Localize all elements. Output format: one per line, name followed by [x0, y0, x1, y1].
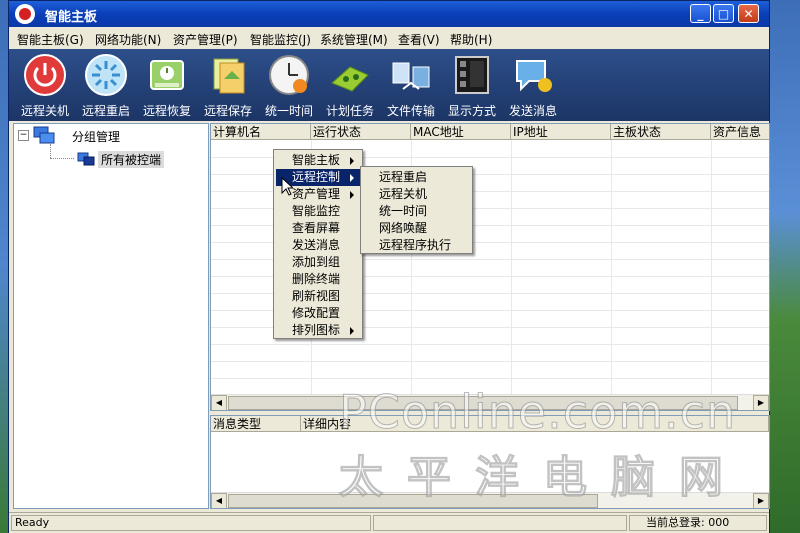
grid-line [511, 140, 512, 394]
app-window: 智能主板 _ □ ✕ 智能主板(G) 网络功能(N) 资产管理(P) 智能监控(… [8, 0, 770, 533]
grid-line [211, 361, 769, 362]
sub-wake-on-lan[interactable]: 网络唤醒 [363, 220, 470, 237]
scroll-right-button[interactable]: ▶ [753, 493, 769, 508]
sub-sync-time[interactable]: 统一时间 [363, 203, 470, 220]
sub-remote-execute[interactable]: 远程程序执行 [363, 237, 470, 254]
column-header-board-status[interactable]: 主板状态 [611, 124, 711, 140]
grid-line [711, 140, 712, 394]
ctx-smart-monitor[interactable]: 智能监控 [276, 203, 360, 220]
minimize-button[interactable]: _ [690, 4, 711, 23]
menu-network[interactable]: 网络功能(N) [95, 31, 161, 48]
tree-child-all-clients[interactable]: 所有被控端 [98, 151, 165, 168]
status-ready: Ready [11, 515, 371, 531]
sub-remote-shutdown[interactable]: 远程关机 [363, 186, 470, 203]
menu-bar: 智能主板(G) 网络功能(N) 资产管理(P) 智能监控(J) 系统管理(M) … [9, 27, 769, 49]
sub-remote-restart[interactable]: 远程重启 [363, 169, 470, 186]
transfer-icon [392, 62, 430, 90]
scroll-left-button[interactable]: ◀ [211, 493, 227, 508]
ctx-arrange-icons[interactable]: 排列图标 [276, 322, 360, 339]
restart-icon [85, 54, 127, 96]
ctx-add-to-group[interactable]: 添加到组 [276, 254, 360, 271]
remote-control-submenu: 远程重启 远程关机 统一时间 网络唤醒 远程程序执行 [360, 166, 473, 254]
menu-view[interactable]: 查看(V) [398, 31, 440, 48]
desktop-background-right [770, 0, 800, 533]
tree-collapse-toggle[interactable]: − [18, 130, 29, 141]
power-icon [24, 54, 66, 96]
title-bar[interactable]: 智能主板 _ □ ✕ [9, 1, 769, 27]
tree-connector [50, 144, 52, 158]
tree-root-label[interactable]: 分组管理 [72, 128, 120, 145]
tool-remote-restore[interactable]: 远程恢复 [137, 53, 197, 119]
submenu-arrow-icon [350, 327, 354, 335]
column-header-mac[interactable]: MAC地址 [411, 124, 511, 140]
maximize-button[interactable]: □ [713, 4, 734, 23]
close-button[interactable]: ✕ [738, 4, 759, 23]
ctx-modify-config[interactable]: 修改配置 [276, 305, 360, 322]
ctx-refresh-view[interactable]: 刷新视图 [276, 288, 360, 305]
column-header-asset-info[interactable]: 资产信息 [711, 124, 769, 140]
mouse-cursor-icon [281, 177, 293, 196]
scroll-left-button[interactable]: ◀ [211, 395, 227, 410]
menu-system[interactable]: 系统管理(M) [320, 31, 388, 48]
column-header-status[interactable]: 运行状态 [311, 124, 411, 140]
app-logo-icon [15, 4, 35, 24]
watermark-brand: 太平洋电脑网 [339, 452, 747, 504]
toolbar: 远程关机 远程重启 远程恢复 远程保存 统一时间 计划任务 文件传输 显示方式 … [9, 49, 769, 121]
save-icon [213, 58, 245, 94]
ctx-delete-terminal[interactable]: 删除终端 [276, 271, 360, 288]
tree-connector [50, 158, 74, 160]
restore-icon [150, 60, 184, 90]
message-icon [516, 60, 552, 92]
status-login-count: 当前总登录: 000 [629, 515, 767, 531]
watermark-url: PConline.com.cn [338, 385, 737, 440]
ctx-smart-board[interactable]: 智能主板 [276, 152, 360, 169]
column-header-message-type[interactable]: 消息类型 [211, 416, 301, 432]
computer-group-icon [77, 152, 95, 166]
column-header-name[interactable]: 计算机名 [211, 124, 311, 140]
menu-smart-board[interactable]: 智能主板(G) [17, 31, 84, 48]
desktop-background-left [0, 0, 8, 533]
submenu-arrow-icon [350, 157, 354, 165]
grid-line [611, 140, 612, 394]
grid-line [211, 344, 769, 345]
window-title: 智能主板 [45, 10, 98, 25]
grid-line [211, 378, 769, 379]
tool-scheduled-task[interactable]: 计划任务 [320, 53, 380, 119]
menu-help[interactable]: 帮助(H) [450, 31, 492, 48]
menu-monitor[interactable]: 智能监控(J) [250, 31, 311, 48]
ctx-view-screen[interactable]: 查看屏幕 [276, 220, 360, 237]
tool-remote-restart[interactable]: 远程重启 [76, 53, 136, 119]
submenu-arrow-icon [350, 191, 354, 199]
schedule-icon [331, 66, 369, 92]
tool-display-mode[interactable]: 显示方式 [442, 53, 502, 119]
tool-sync-time[interactable]: 统一时间 [259, 53, 319, 119]
status-middle [373, 515, 627, 531]
tool-send-message[interactable]: 发送消息 [503, 53, 563, 119]
ctx-send-message[interactable]: 发送消息 [276, 237, 360, 254]
tool-file-transfer[interactable]: 文件传输 [381, 53, 441, 119]
group-folder-icon [33, 126, 55, 144]
column-header-ip[interactable]: IP地址 [511, 124, 611, 140]
display-icon [455, 56, 489, 94]
status-bar: Ready 当前总登录: 000 [9, 512, 769, 533]
menu-assets[interactable]: 资产管理(P) [173, 31, 238, 48]
tool-remote-shutdown[interactable]: 远程关机 [15, 53, 75, 119]
clock-icon [269, 55, 309, 95]
scroll-right-button[interactable]: ▶ [753, 395, 769, 410]
tool-remote-save[interactable]: 远程保存 [198, 53, 258, 119]
group-tree[interactable]: − 分组管理 所有被控端 [13, 123, 209, 509]
submenu-arrow-icon [350, 174, 354, 182]
